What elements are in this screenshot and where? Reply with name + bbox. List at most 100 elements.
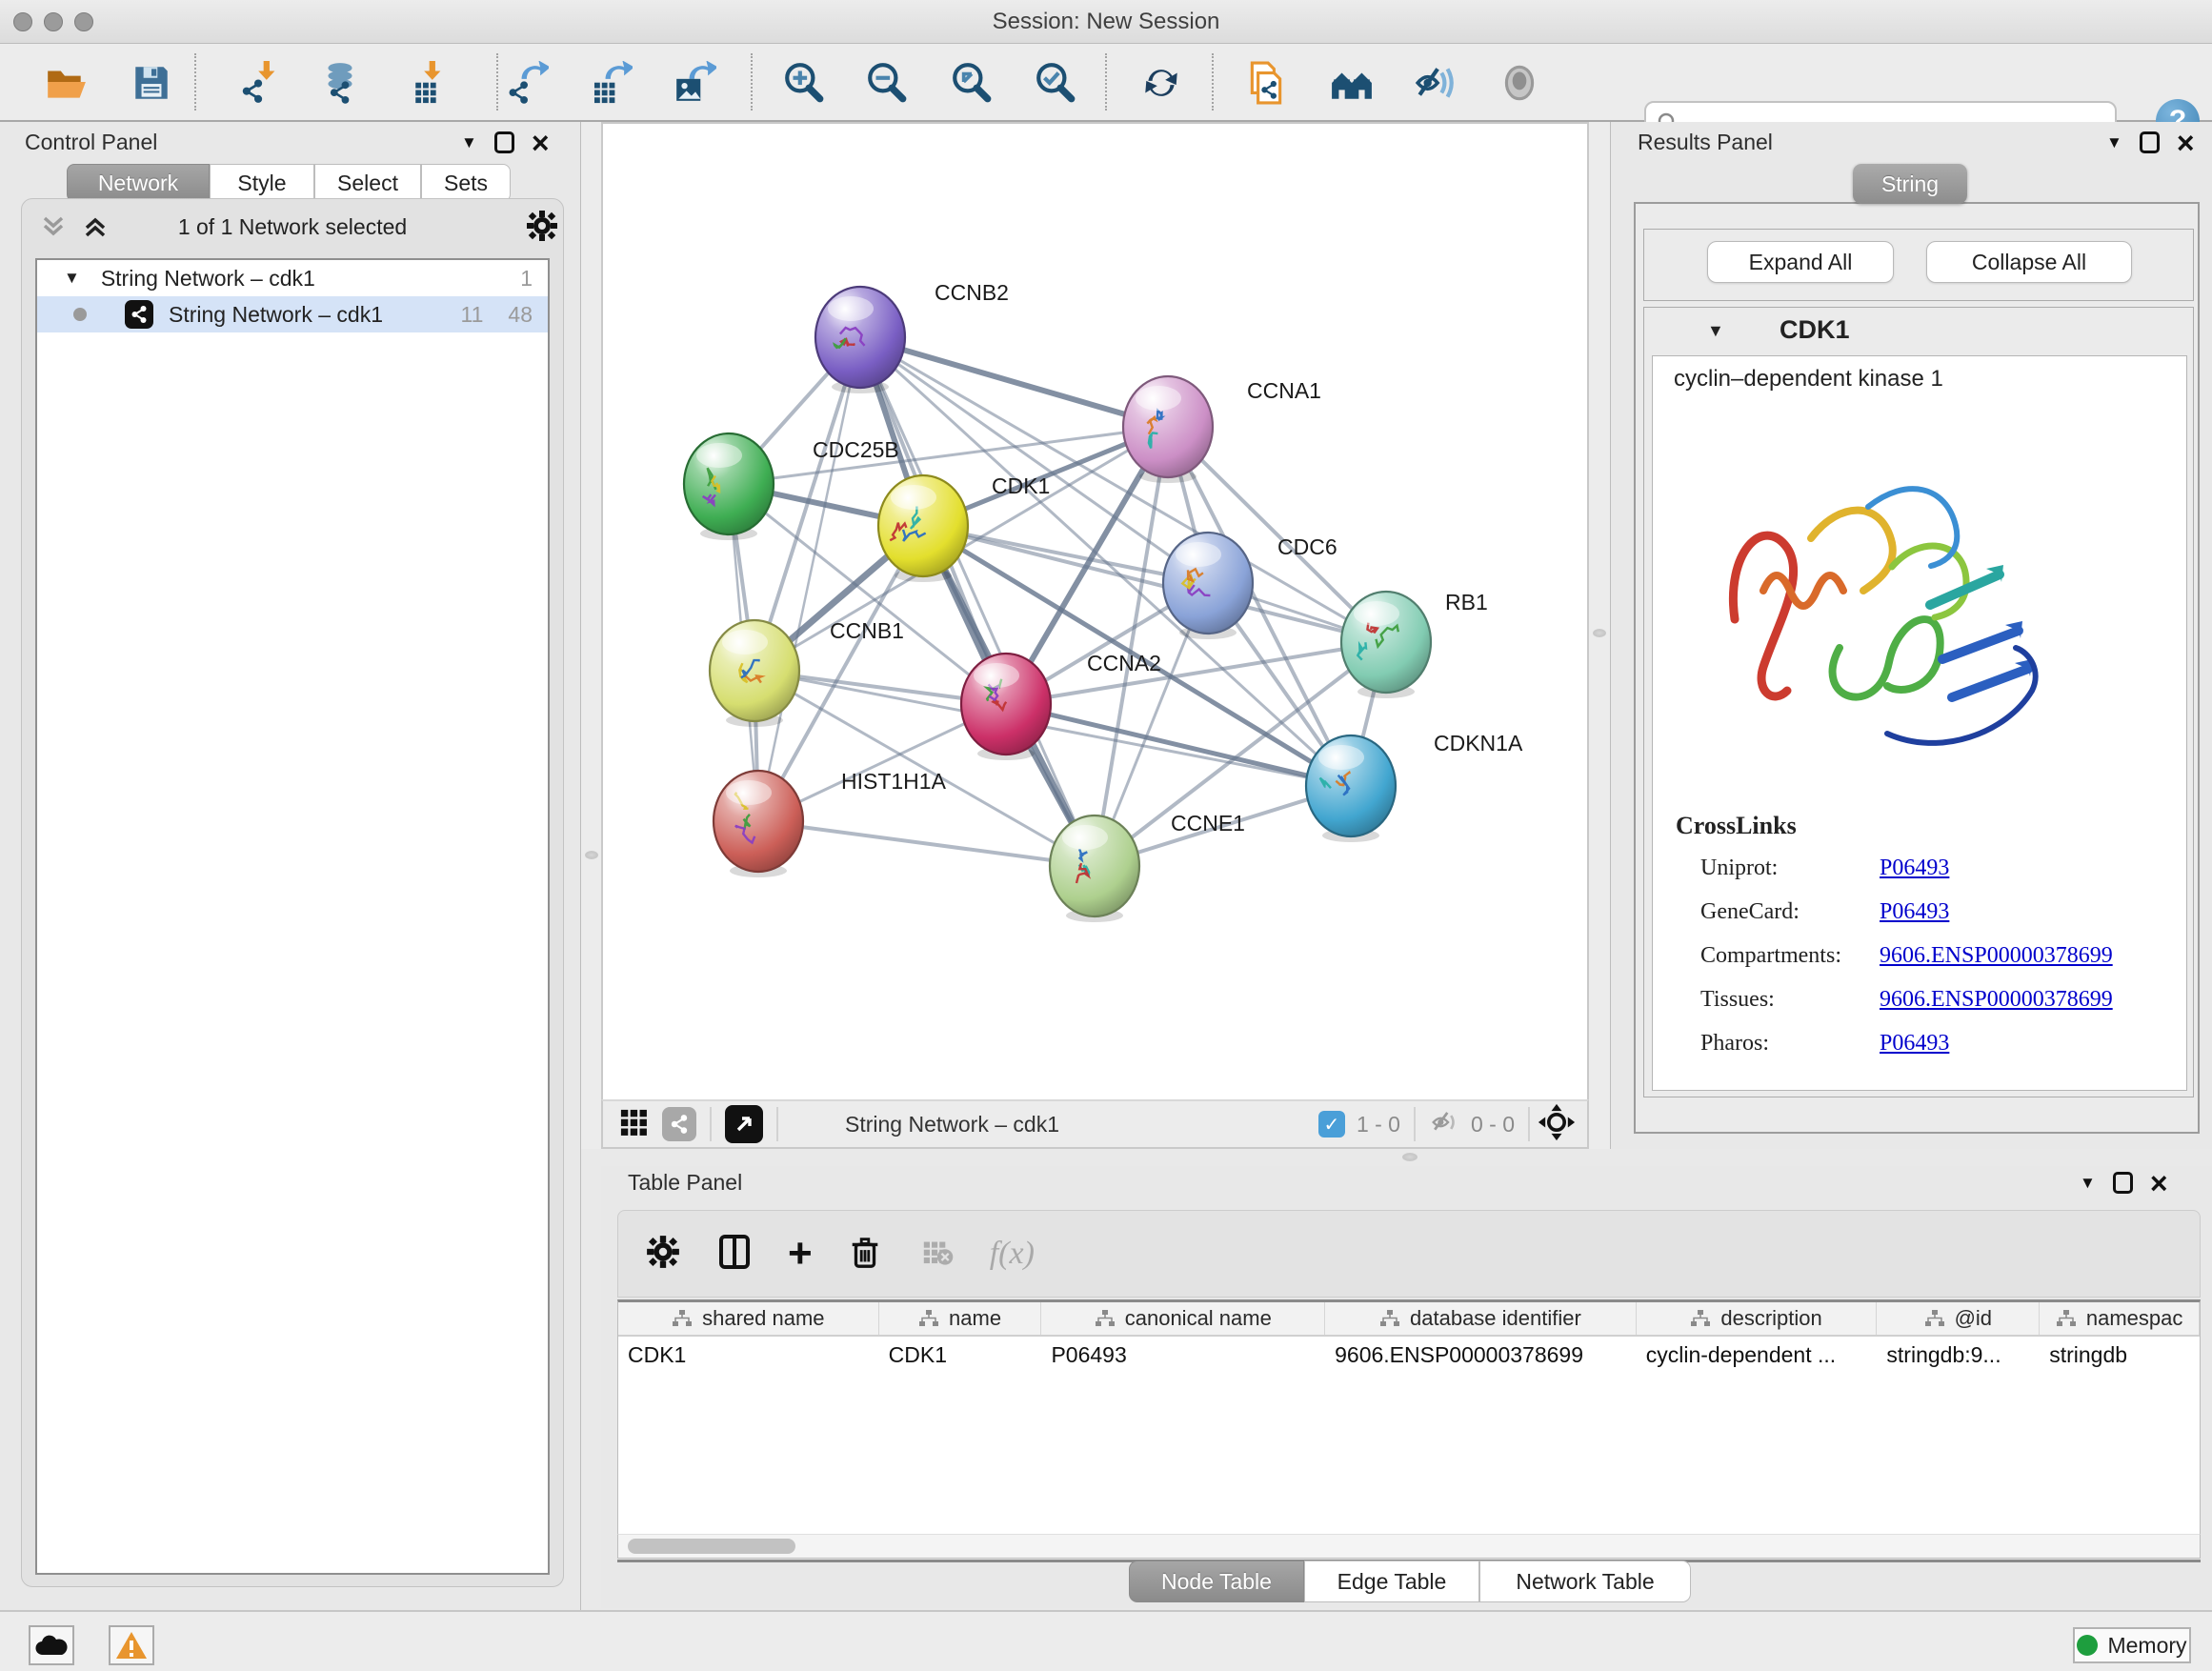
gene-collapse-icon[interactable]: ▼ — [1707, 321, 1724, 341]
duplicate-network-icon[interactable] — [1242, 59, 1290, 107]
hidden-items-icon[interactable] — [1429, 1106, 1461, 1143]
toolbar-separator — [1212, 53, 1214, 111]
tab-style[interactable]: Style — [210, 164, 314, 202]
create-column-icon[interactable]: + — [788, 1235, 813, 1273]
save-session-icon[interactable] — [128, 59, 175, 107]
first-neighbors-icon[interactable] — [1328, 59, 1376, 107]
graph-node-CDC25B[interactable] — [684, 433, 774, 540]
table-options-gear-icon[interactable] — [645, 1234, 681, 1275]
table-toolbar: + f(x) — [617, 1210, 2201, 1298]
graph-node-CCNB2[interactable] — [815, 287, 905, 393]
graph-node-label-HIST1H1A: HIST1H1A — [841, 769, 947, 794]
scrollbar-thumb[interactable] — [628, 1539, 795, 1554]
zoom-out-icon[interactable] — [863, 59, 911, 107]
table-row[interactable]: CDK1CDK1P064939606.ENSP00000378699cyclin… — [618, 1337, 2200, 1375]
selected-nodes-checkbox[interactable]: ✓ — [1318, 1111, 1345, 1137]
panel-close-icon[interactable]: × — [532, 132, 550, 153]
table-panel-title: Table Panel — [628, 1170, 742, 1196]
column-header-database-identifier[interactable]: database identifier — [1325, 1302, 1637, 1335]
fit-selected-crosshair-icon[interactable] — [1538, 1103, 1576, 1146]
graph-node-CCNA1[interactable] — [1123, 376, 1213, 483]
tab-node-table[interactable]: Node Table — [1129, 1560, 1304, 1602]
graph-node-CCNE1[interactable] — [1050, 815, 1139, 922]
memory-button[interactable]: Memory — [2073, 1627, 2191, 1663]
graph-node-CDKN1A[interactable] — [1306, 735, 1396, 842]
open-session-icon[interactable] — [42, 59, 90, 107]
panel-menu-icon[interactable]: ▼ — [2106, 133, 2122, 152]
export-network-icon[interactable] — [503, 59, 551, 107]
crosslink-tissues[interactable]: 9606.ENSP00000378699 — [1880, 987, 2113, 1013]
column-header-canonical-name[interactable]: canonical name — [1041, 1302, 1325, 1335]
grid-view-icon[interactable] — [616, 1105, 651, 1144]
expand-all-button[interactable]: Expand All — [1707, 241, 1894, 283]
export-image-icon[interactable] — [671, 59, 718, 107]
column-header-description[interactable]: description — [1637, 1302, 1878, 1335]
graph-node-CCNB1[interactable] — [710, 620, 799, 727]
panel-menu-icon[interactable]: ▼ — [461, 133, 477, 152]
column-header--id[interactable]: @id — [1877, 1302, 2040, 1335]
crosslink-uniprot[interactable]: P06493 — [1880, 856, 1949, 881]
cell-description[interactable]: cyclin-dependent ... — [1637, 1337, 1878, 1375]
zoom-in-icon[interactable] — [780, 59, 828, 107]
column-header-shared-name[interactable]: shared name — [618, 1302, 879, 1335]
network-graph[interactable]: CCNB2CCNA1CDC25BCDK1CDC6RB1CCNB1CCNA2CDK… — [603, 124, 1587, 1097]
column-header-namespac[interactable]: namespac — [2040, 1302, 2200, 1335]
export-table-icon[interactable] — [587, 59, 634, 107]
refresh-icon[interactable] — [1137, 59, 1185, 107]
network-row-selected[interactable]: String Network – cdk1 11 48 — [37, 296, 548, 332]
panel-float-icon[interactable] — [2140, 131, 2160, 153]
horizontal-splitter[interactable] — [581, 1149, 2212, 1166]
network-collection-row[interactable]: ▼ String Network – cdk1 1 — [37, 260, 548, 296]
birds-eye-view-icon[interactable] — [725, 1105, 763, 1143]
import-table-icon[interactable] — [402, 59, 450, 107]
zoom-fit-icon[interactable] — [948, 59, 995, 107]
crosslink-pharos[interactable]: P06493 — [1880, 1031, 1949, 1057]
panel-close-icon[interactable]: × — [2177, 132, 2195, 153]
cell-canonical-name[interactable]: P06493 — [1041, 1337, 1325, 1375]
collapse-all-button[interactable]: Collapse All — [1926, 241, 2132, 283]
tab-network-table[interactable]: Network Table — [1479, 1560, 1691, 1602]
tab-select[interactable]: Select — [314, 164, 421, 202]
vertical-splitter-right[interactable] — [1589, 122, 1610, 1149]
import-network-icon[interactable] — [236, 59, 284, 107]
string-results-container: Expand All Collapse All ▼ CDK1 cyclin–de… — [1634, 202, 2200, 1134]
hide-selected-icon[interactable] — [1412, 59, 1459, 107]
results-tab-string[interactable]: String — [1853, 164, 1967, 204]
crosslink-genecard[interactable]: P06493 — [1880, 899, 1949, 925]
panel-menu-icon[interactable]: ▼ — [2080, 1174, 2096, 1193]
vertical-splitter-left[interactable] — [581, 122, 601, 1166]
table-horizontal-scrollbar[interactable] — [617, 1534, 2201, 1559]
warning-icon[interactable] — [109, 1625, 154, 1665]
delete-column-icon[interactable] — [847, 1234, 883, 1275]
tab-network[interactable]: Network — [67, 164, 210, 202]
zoom-selected-icon[interactable] — [1032, 59, 1079, 107]
cell-namespac[interactable]: stringdb — [2040, 1337, 2200, 1375]
graph-node-HIST1H1A[interactable] — [714, 771, 803, 877]
tab-edge-table[interactable]: Edge Table — [1304, 1560, 1479, 1602]
panel-float-icon[interactable] — [494, 131, 514, 153]
panel-float-icon[interactable] — [2113, 1172, 2133, 1194]
tab-sets[interactable]: Sets — [421, 164, 511, 202]
graph-node-CDC6[interactable] — [1163, 533, 1253, 639]
cell-name[interactable]: CDK1 — [879, 1337, 1042, 1375]
collection-expand-icon[interactable]: ▼ — [64, 269, 80, 288]
status-bar: Memory — [0, 1610, 2212, 1671]
cell--id[interactable]: stringdb:9... — [1877, 1337, 2040, 1375]
cell-shared-name[interactable]: CDK1 — [618, 1337, 879, 1375]
network-canvas[interactable]: CCNB2CCNA1CDC25BCDK1CDC6RB1CCNB1CCNA2CDK… — [601, 122, 1589, 1099]
cloud-icon[interactable] — [29, 1625, 74, 1665]
panel-close-icon[interactable]: × — [2150, 1173, 2168, 1194]
graph-node-CCNA2[interactable] — [961, 654, 1051, 760]
column-header-name[interactable]: name — [879, 1302, 1042, 1335]
delete-table-icon[interactable] — [917, 1233, 955, 1276]
network-options-gear-icon[interactable] — [525, 209, 559, 248]
function-builder-icon[interactable]: f(x) — [990, 1236, 1035, 1272]
crosslink-compartments[interactable]: 9606.ENSP00000378699 — [1880, 943, 2113, 969]
show-all-icon[interactable] — [1496, 59, 1543, 107]
network-badge-icon[interactable] — [662, 1107, 696, 1141]
show-columns-icon[interactable] — [715, 1233, 754, 1276]
cell-database-identifier[interactable]: 9606.ENSP00000378699 — [1325, 1337, 1637, 1375]
import-database-icon[interactable] — [316, 59, 364, 107]
graph-node-CDK1[interactable] — [878, 475, 968, 582]
graph-node-RB1[interactable] — [1341, 592, 1431, 698]
